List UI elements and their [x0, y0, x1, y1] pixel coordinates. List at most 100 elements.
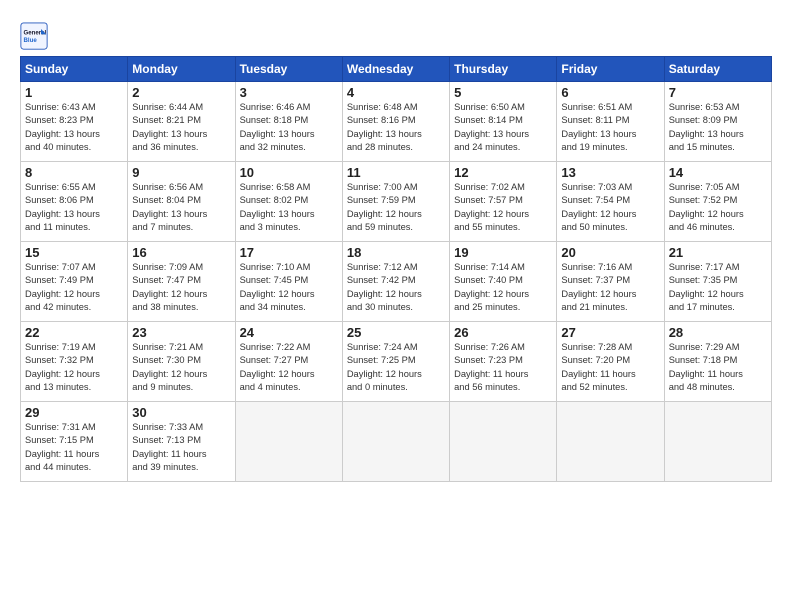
- day-info: Sunrise: 7:19 AMSunset: 7:32 PMDaylight:…: [25, 341, 123, 395]
- calendar-cell: 3Sunrise: 6:46 AMSunset: 8:18 PMDaylight…: [235, 82, 342, 162]
- weekday-header-wednesday: Wednesday: [342, 57, 449, 82]
- calendar-cell: 16Sunrise: 7:09 AMSunset: 7:47 PMDayligh…: [128, 242, 235, 322]
- day-number: 26: [454, 325, 552, 340]
- day-info: Sunrise: 6:56 AMSunset: 8:04 PMDaylight:…: [132, 181, 230, 235]
- day-number: 2: [132, 85, 230, 100]
- calendar-cell: 22Sunrise: 7:19 AMSunset: 7:32 PMDayligh…: [21, 322, 128, 402]
- day-info: Sunrise: 7:33 AMSunset: 7:13 PMDaylight:…: [132, 421, 230, 475]
- calendar-table: SundayMondayTuesdayWednesdayThursdayFrid…: [20, 56, 772, 482]
- day-number: 1: [25, 85, 123, 100]
- calendar-cell: 28Sunrise: 7:29 AMSunset: 7:18 PMDayligh…: [664, 322, 771, 402]
- day-number: 23: [132, 325, 230, 340]
- day-number: 5: [454, 85, 552, 100]
- calendar-cell: 1Sunrise: 6:43 AMSunset: 8:23 PMDaylight…: [21, 82, 128, 162]
- day-number: 19: [454, 245, 552, 260]
- calendar-cell: 6Sunrise: 6:51 AMSunset: 8:11 PMDaylight…: [557, 82, 664, 162]
- calendar-cell: [664, 402, 771, 482]
- day-info: Sunrise: 7:00 AMSunset: 7:59 PMDaylight:…: [347, 181, 445, 235]
- day-info: Sunrise: 7:05 AMSunset: 7:52 PMDaylight:…: [669, 181, 767, 235]
- weekday-header-friday: Friday: [557, 57, 664, 82]
- day-info: Sunrise: 7:21 AMSunset: 7:30 PMDaylight:…: [132, 341, 230, 395]
- weekday-header-tuesday: Tuesday: [235, 57, 342, 82]
- logo: General Blue: [20, 22, 52, 50]
- calendar-cell: 24Sunrise: 7:22 AMSunset: 7:27 PMDayligh…: [235, 322, 342, 402]
- day-number: 15: [25, 245, 123, 260]
- day-info: Sunrise: 7:09 AMSunset: 7:47 PMDaylight:…: [132, 261, 230, 315]
- day-number: 11: [347, 165, 445, 180]
- day-number: 21: [669, 245, 767, 260]
- calendar-cell: 10Sunrise: 6:58 AMSunset: 8:02 PMDayligh…: [235, 162, 342, 242]
- calendar-cell: [235, 402, 342, 482]
- day-info: Sunrise: 6:51 AMSunset: 8:11 PMDaylight:…: [561, 101, 659, 155]
- calendar-cell: 11Sunrise: 7:00 AMSunset: 7:59 PMDayligh…: [342, 162, 449, 242]
- day-info: Sunrise: 7:16 AMSunset: 7:37 PMDaylight:…: [561, 261, 659, 315]
- day-number: 10: [240, 165, 338, 180]
- day-number: 28: [669, 325, 767, 340]
- day-info: Sunrise: 6:48 AMSunset: 8:16 PMDaylight:…: [347, 101, 445, 155]
- calendar-cell: 27Sunrise: 7:28 AMSunset: 7:20 PMDayligh…: [557, 322, 664, 402]
- day-info: Sunrise: 6:55 AMSunset: 8:06 PMDaylight:…: [25, 181, 123, 235]
- day-info: Sunrise: 6:50 AMSunset: 8:14 PMDaylight:…: [454, 101, 552, 155]
- day-info: Sunrise: 7:31 AMSunset: 7:15 PMDaylight:…: [25, 421, 123, 475]
- day-info: Sunrise: 7:24 AMSunset: 7:25 PMDaylight:…: [347, 341, 445, 395]
- calendar-week-2: 8Sunrise: 6:55 AMSunset: 8:06 PMDaylight…: [21, 162, 772, 242]
- day-number: 16: [132, 245, 230, 260]
- calendar-cell: 5Sunrise: 6:50 AMSunset: 8:14 PMDaylight…: [450, 82, 557, 162]
- day-number: 3: [240, 85, 338, 100]
- calendar-cell: [342, 402, 449, 482]
- day-info: Sunrise: 7:22 AMSunset: 7:27 PMDaylight:…: [240, 341, 338, 395]
- calendar-cell: 30Sunrise: 7:33 AMSunset: 7:13 PMDayligh…: [128, 402, 235, 482]
- day-number: 13: [561, 165, 659, 180]
- calendar-cell: 13Sunrise: 7:03 AMSunset: 7:54 PMDayligh…: [557, 162, 664, 242]
- day-number: 20: [561, 245, 659, 260]
- calendar-cell: 15Sunrise: 7:07 AMSunset: 7:49 PMDayligh…: [21, 242, 128, 322]
- calendar-cell: 17Sunrise: 7:10 AMSunset: 7:45 PMDayligh…: [235, 242, 342, 322]
- day-info: Sunrise: 7:14 AMSunset: 7:40 PMDaylight:…: [454, 261, 552, 315]
- weekday-header-saturday: Saturday: [664, 57, 771, 82]
- day-number: 6: [561, 85, 659, 100]
- day-number: 18: [347, 245, 445, 260]
- day-info: Sunrise: 7:02 AMSunset: 7:57 PMDaylight:…: [454, 181, 552, 235]
- day-number: 22: [25, 325, 123, 340]
- day-info: Sunrise: 6:46 AMSunset: 8:18 PMDaylight:…: [240, 101, 338, 155]
- calendar-cell: 26Sunrise: 7:26 AMSunset: 7:23 PMDayligh…: [450, 322, 557, 402]
- calendar-cell: [557, 402, 664, 482]
- weekday-header-sunday: Sunday: [21, 57, 128, 82]
- day-info: Sunrise: 7:17 AMSunset: 7:35 PMDaylight:…: [669, 261, 767, 315]
- day-number: 29: [25, 405, 123, 420]
- calendar-cell: 29Sunrise: 7:31 AMSunset: 7:15 PMDayligh…: [21, 402, 128, 482]
- calendar-week-3: 15Sunrise: 7:07 AMSunset: 7:49 PMDayligh…: [21, 242, 772, 322]
- day-number: 12: [454, 165, 552, 180]
- calendar-cell: 7Sunrise: 6:53 AMSunset: 8:09 PMDaylight…: [664, 82, 771, 162]
- day-number: 30: [132, 405, 230, 420]
- calendar-cell: 20Sunrise: 7:16 AMSunset: 7:37 PMDayligh…: [557, 242, 664, 322]
- calendar-cell: [450, 402, 557, 482]
- weekday-header-row: SundayMondayTuesdayWednesdayThursdayFrid…: [21, 57, 772, 82]
- day-info: Sunrise: 7:28 AMSunset: 7:20 PMDaylight:…: [561, 341, 659, 395]
- calendar-cell: 18Sunrise: 7:12 AMSunset: 7:42 PMDayligh…: [342, 242, 449, 322]
- calendar-week-5: 29Sunrise: 7:31 AMSunset: 7:15 PMDayligh…: [21, 402, 772, 482]
- calendar-cell: 2Sunrise: 6:44 AMSunset: 8:21 PMDaylight…: [128, 82, 235, 162]
- day-number: 9: [132, 165, 230, 180]
- day-info: Sunrise: 7:26 AMSunset: 7:23 PMDaylight:…: [454, 341, 552, 395]
- weekday-header-monday: Monday: [128, 57, 235, 82]
- calendar-week-1: 1Sunrise: 6:43 AMSunset: 8:23 PMDaylight…: [21, 82, 772, 162]
- day-info: Sunrise: 7:29 AMSunset: 7:18 PMDaylight:…: [669, 341, 767, 395]
- calendar-cell: 21Sunrise: 7:17 AMSunset: 7:35 PMDayligh…: [664, 242, 771, 322]
- day-info: Sunrise: 6:53 AMSunset: 8:09 PMDaylight:…: [669, 101, 767, 155]
- calendar-cell: 12Sunrise: 7:02 AMSunset: 7:57 PMDayligh…: [450, 162, 557, 242]
- day-number: 4: [347, 85, 445, 100]
- day-number: 24: [240, 325, 338, 340]
- calendar-cell: 8Sunrise: 6:55 AMSunset: 8:06 PMDaylight…: [21, 162, 128, 242]
- calendar-cell: 9Sunrise: 6:56 AMSunset: 8:04 PMDaylight…: [128, 162, 235, 242]
- calendar-cell: 23Sunrise: 7:21 AMSunset: 7:30 PMDayligh…: [128, 322, 235, 402]
- day-info: Sunrise: 6:43 AMSunset: 8:23 PMDaylight:…: [25, 101, 123, 155]
- calendar-cell: 14Sunrise: 7:05 AMSunset: 7:52 PMDayligh…: [664, 162, 771, 242]
- day-info: Sunrise: 7:07 AMSunset: 7:49 PMDaylight:…: [25, 261, 123, 315]
- calendar-cell: 19Sunrise: 7:14 AMSunset: 7:40 PMDayligh…: [450, 242, 557, 322]
- calendar-cell: 25Sunrise: 7:24 AMSunset: 7:25 PMDayligh…: [342, 322, 449, 402]
- day-number: 27: [561, 325, 659, 340]
- day-number: 8: [25, 165, 123, 180]
- day-info: Sunrise: 6:58 AMSunset: 8:02 PMDaylight:…: [240, 181, 338, 235]
- day-number: 14: [669, 165, 767, 180]
